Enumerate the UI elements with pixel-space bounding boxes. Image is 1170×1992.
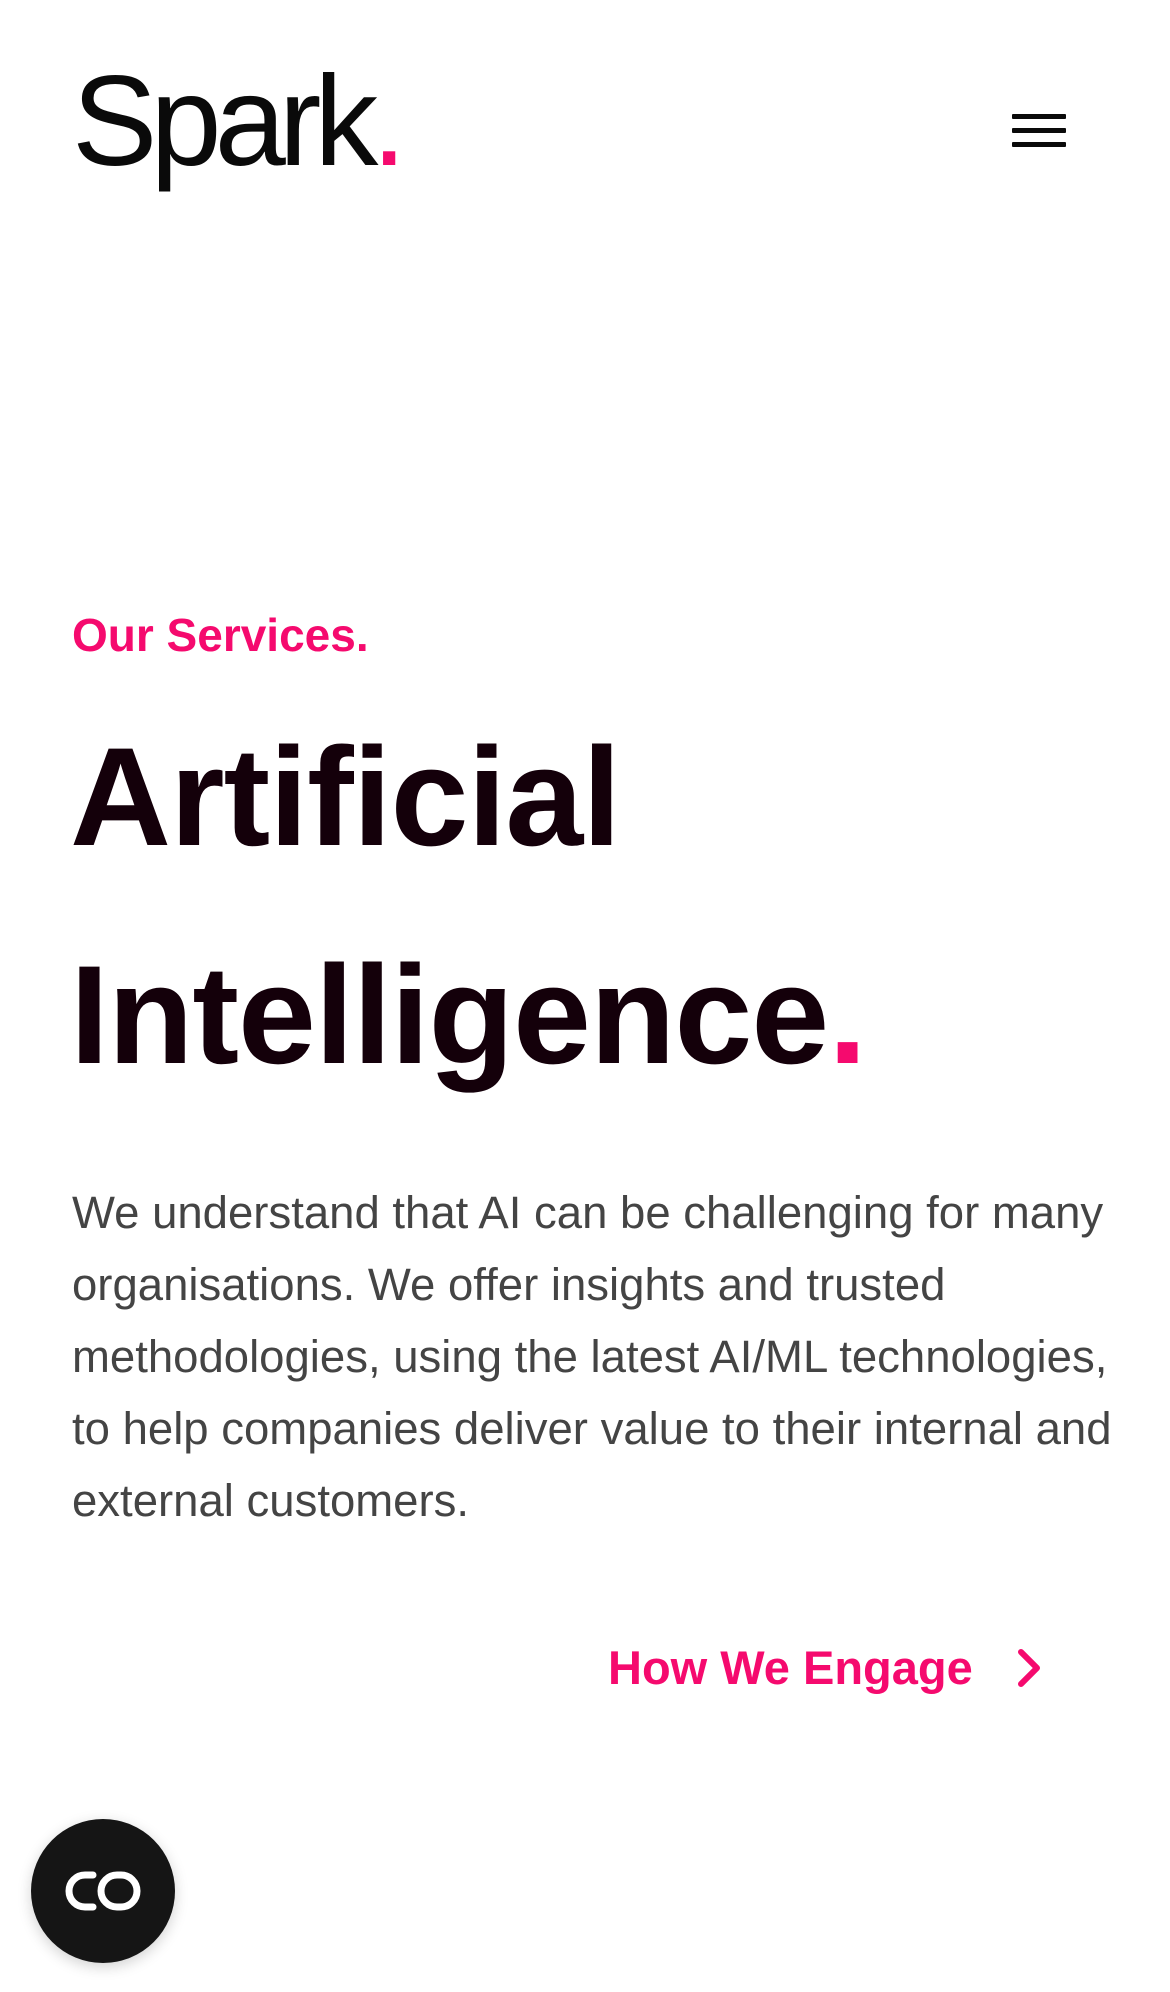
title-line-1: Artificial <box>70 718 621 875</box>
logo-dot: . <box>371 50 406 193</box>
chevron-right-icon <box>1017 1649 1040 1687</box>
floating-widget-button[interactable] <box>31 1819 175 1963</box>
spark-logo[interactable]: Spark. <box>72 50 407 193</box>
intro-paragraph: We understand that AI can be challenging… <box>72 1187 1112 1526</box>
title-line-2: Intelligence <box>70 936 829 1093</box>
menu-button[interactable] <box>1002 108 1076 160</box>
link-toggle-icon <box>65 1871 141 1911</box>
site-header: Spark. <box>0 0 1170 200</box>
how-we-engage-link[interactable]: How We Engage <box>608 1636 1045 1700</box>
title-dot: . <box>828 936 867 1093</box>
cta-label: How We Engage <box>608 1641 973 1694</box>
section-eyebrow: Our Services. <box>72 609 369 661</box>
logo-text: Spark <box>72 50 378 193</box>
title-line-2-wrap: Intelligence. <box>70 906 867 1124</box>
page-title: Artificial Intelligence. <box>70 688 867 1124</box>
